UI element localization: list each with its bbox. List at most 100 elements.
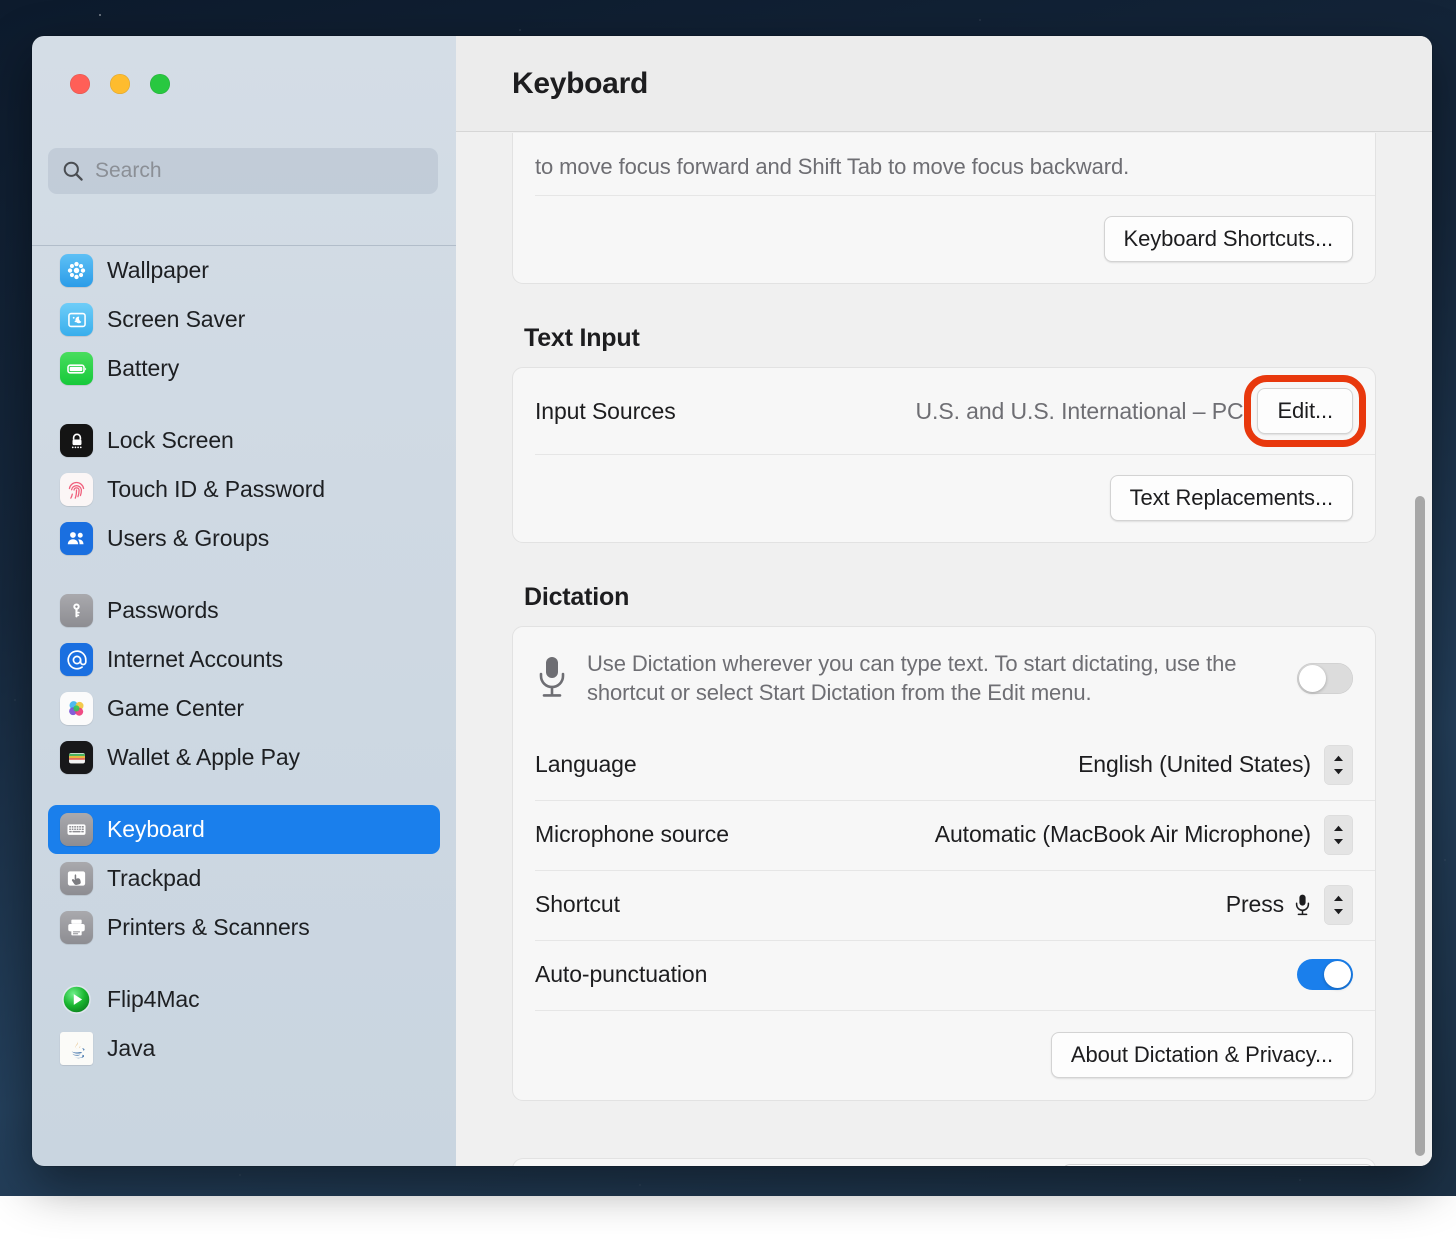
sidebar-item-label: Passwords bbox=[107, 597, 219, 623]
zoom-button[interactable] bbox=[150, 74, 170, 94]
sidebar-group-separator bbox=[46, 952, 442, 975]
text-replacements-row: Text Replacements... bbox=[513, 454, 1375, 542]
edit-button-highlight-ring: Edit... bbox=[1244, 375, 1366, 447]
dictation-auto-punctuation-row: Auto-punctuation bbox=[513, 939, 1375, 1010]
sidebar-item-label: Java bbox=[107, 1035, 156, 1061]
sidebar-item-keyboard[interactable]: Keyboard bbox=[48, 805, 440, 854]
shortcut-description: to move focus forward and Shift Tab to m… bbox=[535, 154, 1130, 180]
shortcut-label: Shortcut bbox=[535, 891, 620, 917]
dictation-microphone-source-row: Microphone source Automatic (MacBook Air… bbox=[513, 799, 1375, 870]
dictation-language-row: Language English (United States) bbox=[513, 730, 1375, 800]
lock-screen-icon bbox=[60, 424, 93, 457]
shortcut-mic-key-icon bbox=[1294, 893, 1311, 917]
language-value: English (United States) bbox=[1078, 751, 1311, 777]
sidebar-item-label: Keyboard bbox=[107, 816, 205, 842]
sidebar-item-label: Touch ID & Password bbox=[107, 476, 325, 502]
search-input[interactable] bbox=[95, 159, 424, 183]
input-sources-row: Input Sources U.S. and U.S. Internationa… bbox=[513, 368, 1375, 454]
users-groups-icon bbox=[60, 522, 93, 555]
sidebar-item-java[interactable]: Java bbox=[48, 1024, 440, 1073]
sidebar-item-wallpaper[interactable]: Wallpaper bbox=[48, 246, 440, 295]
passwords-key-icon bbox=[60, 594, 93, 627]
sidebar-item-screen-saver[interactable]: Screen Saver bbox=[48, 295, 440, 344]
touch-id-icon bbox=[60, 473, 93, 506]
dictation-toggle[interactable] bbox=[1297, 662, 1353, 694]
screen-saver-icon bbox=[60, 303, 93, 336]
auto-punctuation-label: Auto-punctuation bbox=[535, 961, 708, 987]
shortcut-description-row: to move focus forward and Shift Tab to m… bbox=[513, 133, 1375, 195]
page-white-margin bbox=[0, 1196, 1456, 1240]
language-stepper[interactable] bbox=[1324, 744, 1353, 785]
game-center-icon bbox=[60, 692, 93, 725]
sidebar-scroll-area[interactable]: Wallpaper Screen Saver Battery Lock Scre… bbox=[32, 246, 456, 1166]
flip4mac-icon bbox=[60, 983, 93, 1016]
main-toolbar: Keyboard bbox=[456, 36, 1432, 132]
sidebar-item-label: Printers & Scanners bbox=[107, 914, 310, 940]
java-icon bbox=[60, 1032, 93, 1065]
sidebar-item-touch-id[interactable]: Touch ID & Password bbox=[48, 465, 440, 514]
text-input-card: Input Sources U.S. and U.S. Internationa… bbox=[512, 367, 1376, 543]
settings-scroll-area[interactable]: to move focus forward and Shift Tab to m… bbox=[456, 133, 1432, 1166]
sidebar-item-flip4mac[interactable]: Flip4Mac bbox=[48, 975, 440, 1024]
dictation-description: Use Dictation wherever you can type text… bbox=[587, 651, 1237, 706]
close-button[interactable] bbox=[70, 74, 90, 94]
auto-punctuation-toggle[interactable] bbox=[1297, 959, 1353, 990]
dictation-section-title: Dictation bbox=[524, 583, 630, 611]
window-traffic-lights bbox=[70, 74, 170, 94]
sidebar-item-internet-accounts[interactable]: Internet Accounts bbox=[48, 635, 440, 684]
page-title: Keyboard bbox=[512, 66, 648, 100]
language-label: Language bbox=[535, 751, 637, 777]
sidebar-item-label: Trackpad bbox=[107, 865, 202, 891]
keyboard-shortcuts-row: Keyboard Shortcuts... bbox=[513, 195, 1375, 283]
minimize-button[interactable] bbox=[110, 74, 130, 94]
sidebar-item-label: Game Center bbox=[107, 695, 244, 721]
sidebar-item-lock-screen[interactable]: Lock Screen bbox=[48, 416, 440, 465]
next-card-partial-button[interactable] bbox=[1062, 1164, 1374, 1166]
sidebar-item-label: Screen Saver bbox=[107, 306, 246, 332]
sidebar-group-separator bbox=[46, 563, 442, 586]
sidebar-item-users-groups[interactable]: Users & Groups bbox=[48, 514, 440, 563]
dictation-enable-row: Use Dictation wherever you can type text… bbox=[513, 627, 1375, 730]
sidebar: Wallpaper Screen Saver bbox=[32, 36, 470, 1166]
microphone-source-value: Automatic (MacBook Air Microphone) bbox=[934, 821, 1311, 847]
dictation-shortcut-row: Shortcut Press bbox=[513, 869, 1375, 940]
microphone-icon bbox=[535, 654, 569, 705]
toggle-knob bbox=[1324, 961, 1351, 988]
sidebar-item-label: Battery bbox=[107, 355, 180, 381]
system-settings-window: Wallpaper Screen Saver bbox=[32, 36, 1432, 1166]
content-scrollbar[interactable] bbox=[1415, 496, 1425, 1156]
sidebar-item-label: Wallet & Apple Pay bbox=[107, 744, 300, 770]
sidebar-item-battery[interactable]: Battery bbox=[48, 344, 440, 393]
sidebar-item-label: Flip4Mac bbox=[107, 986, 200, 1012]
search-icon bbox=[63, 161, 83, 181]
text-replacements-button[interactable]: Text Replacements... bbox=[1109, 475, 1353, 521]
sidebar-item-wallet-apple-pay[interactable]: Wallet & Apple Pay bbox=[48, 733, 440, 782]
battery-icon bbox=[60, 352, 93, 385]
keyboard-icon bbox=[60, 813, 93, 846]
toggle-knob bbox=[1299, 664, 1326, 692]
trackpad-icon bbox=[60, 862, 93, 895]
sidebar-item-trackpad[interactable]: Trackpad bbox=[48, 854, 440, 903]
keyboard-shortcuts-button[interactable]: Keyboard Shortcuts... bbox=[1103, 216, 1353, 262]
microphone-source-stepper[interactable] bbox=[1324, 814, 1353, 855]
wallet-icon bbox=[60, 741, 93, 774]
about-dictation-privacy-button[interactable]: About Dictation & Privacy... bbox=[1050, 1031, 1353, 1078]
sidebar-group-separator bbox=[46, 782, 442, 805]
shortcut-stepper[interactable] bbox=[1324, 884, 1353, 925]
sidebar-search-field[interactable] bbox=[48, 148, 438, 194]
shortcut-value: Press bbox=[1225, 891, 1284, 917]
edit-input-sources-button[interactable]: Edit... bbox=[1257, 388, 1353, 434]
sidebar-item-game-center[interactable]: Game Center bbox=[48, 684, 440, 733]
sidebar-item-label: Lock Screen bbox=[107, 427, 234, 453]
input-sources-label: Input Sources bbox=[535, 397, 676, 424]
wallpaper-icon bbox=[60, 254, 93, 287]
main-panel: Keyboard to move focus forward and Shift… bbox=[456, 36, 1432, 1166]
sidebar-group-separator bbox=[46, 393, 442, 416]
sidebar-item-label: Users & Groups bbox=[107, 525, 270, 551]
sidebar-item-printers-scanners[interactable]: Printers & Scanners bbox=[48, 903, 440, 952]
sidebar-item-label: Wallpaper bbox=[107, 257, 209, 283]
dictation-card: Use Dictation wherever you can type text… bbox=[512, 626, 1376, 1101]
sidebar-item-passwords[interactable]: Passwords bbox=[48, 586, 440, 635]
about-dictation-row: About Dictation & Privacy... bbox=[513, 1009, 1375, 1100]
printer-icon bbox=[60, 911, 93, 944]
